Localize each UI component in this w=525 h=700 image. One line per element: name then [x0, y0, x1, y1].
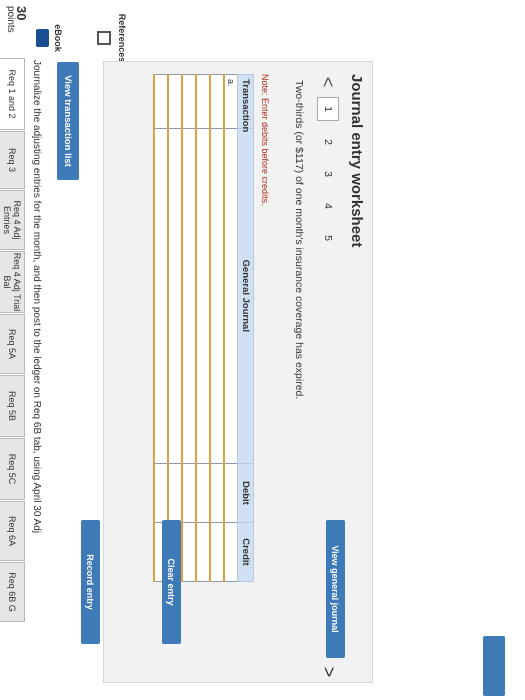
prev-page-icon[interactable]: < [318, 72, 339, 92]
transaction-cell [210, 74, 224, 129]
tab-req-4-adj-entries[interactable]: Req 4 Adj Entries [0, 190, 25, 250]
next-requirement-button[interactable] [483, 636, 505, 696]
tab-req-5b[interactable]: Req 5B [0, 375, 25, 437]
table-row [210, 74, 224, 582]
worksheet-pager: < 1 2 3 4 5 [317, 72, 339, 254]
clear-entry-button[interactable]: Clear entry [162, 520, 181, 644]
points-label: points [5, 6, 16, 33]
page-2[interactable]: 2 [318, 131, 338, 153]
table-row [182, 74, 196, 582]
debit-input[interactable] [154, 463, 168, 523]
account-select[interactable] [210, 128, 224, 464]
tab-req-1-and-2[interactable]: Req 1 and 2 [0, 58, 25, 130]
transaction-cell [182, 74, 196, 129]
points-value: 30 [14, 6, 29, 21]
credit-input[interactable] [210, 522, 224, 582]
table-row [196, 74, 210, 582]
transaction-cell [154, 74, 168, 129]
credit-input[interactable] [196, 522, 210, 582]
page-3[interactable]: 3 [318, 163, 338, 185]
transaction-cell: a. [224, 74, 238, 129]
entry-note: Note: Enter debits before credits. [260, 74, 270, 206]
debit-input[interactable] [196, 463, 210, 523]
requirement-tabs: Req 1 and 2 Req 3 Req 4 Adj Entries Req … [0, 58, 25, 700]
account-select[interactable] [168, 128, 182, 464]
table-row: a. [224, 74, 238, 582]
tab-req-6a[interactable]: Req 6A [0, 501, 25, 561]
credit-input[interactable] [182, 522, 196, 582]
references-link[interactable]: References [117, 8, 127, 68]
col-header-general-journal: General Journal [237, 128, 254, 464]
account-select[interactable] [196, 128, 210, 464]
ebook-link[interactable]: eBook [53, 8, 63, 68]
tab-req-5c[interactable]: Req 5C [0, 438, 25, 500]
next-page-icon[interactable]: > [318, 662, 339, 682]
page-canvas: 30 points eBook References Req 1 and 2 R… [0, 0, 525, 700]
transaction-cell [196, 74, 210, 129]
table-row [154, 74, 168, 582]
table-row [168, 74, 182, 582]
credit-input[interactable] [224, 522, 238, 582]
debit-input[interactable] [224, 463, 238, 523]
account-select[interactable] [182, 128, 196, 464]
worksheet-title: Journal entry worksheet [348, 74, 365, 248]
col-header-credit: Credit [237, 522, 254, 582]
tab-req-6b[interactable]: Req 6B G [0, 562, 25, 622]
page-4[interactable]: 4 [318, 195, 338, 217]
ebook-icon[interactable] [36, 29, 49, 47]
points-indicator: 30 points [5, 6, 29, 33]
tab-req-5a[interactable]: Req 5A [0, 314, 25, 374]
debit-input[interactable] [210, 463, 224, 523]
journal-table: Transaction General Journal Debit Credit… [153, 74, 254, 582]
debit-input[interactable] [182, 463, 196, 523]
page-1[interactable]: 1 [317, 97, 339, 121]
record-entry-button[interactable]: Record entry [81, 520, 100, 644]
view-general-journal-button[interactable]: View general journal [326, 520, 345, 658]
instructions-text: Journalize the adjusting entries for the… [31, 60, 42, 534]
tab-req-3[interactable]: Req 3 [0, 131, 25, 189]
transaction-cell [168, 74, 182, 129]
col-header-debit: Debit [237, 463, 254, 523]
account-select[interactable] [224, 128, 238, 464]
account-select[interactable] [154, 128, 168, 464]
page-5[interactable]: 5 [318, 227, 338, 249]
view-transaction-list-button[interactable]: View transaction list [57, 62, 79, 180]
transaction-description: Two-thirds (or $117) of one month's insu… [293, 80, 305, 400]
col-header-transaction: Transaction [237, 74, 254, 132]
references-icon[interactable] [97, 31, 111, 45]
tab-req-4-adj-trial-bal[interactable]: Req 4 Adj Trial Bal [0, 251, 25, 313]
debit-input[interactable] [168, 463, 182, 523]
